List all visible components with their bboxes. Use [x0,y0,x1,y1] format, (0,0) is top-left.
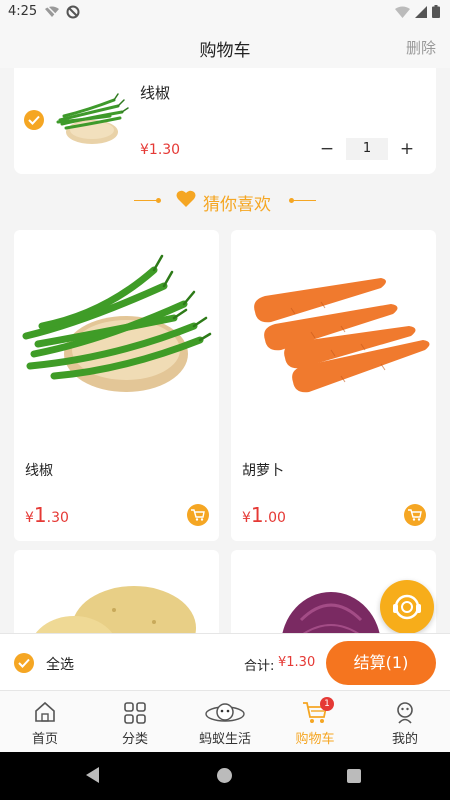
product-card[interactable] [14,550,219,633]
status-time: 4:25 [8,4,38,19]
sync-disabled-icon [66,5,80,19]
content-scroll[interactable]: 线椒 ¥1.30 − 1 + 猜你喜欢 线椒 ¥1.30 胡萝卜 ¥1.00 [0,68,450,633]
check-icon [18,658,30,668]
decrease-button[interactable]: − [316,139,338,159]
price-decimal: .30 [46,510,69,526]
price-currency: ¥ [242,510,251,526]
price-integer: 1 [250,503,264,527]
product-image [35,586,196,633]
product-image [254,278,430,393]
home-button[interactable] [217,768,232,783]
bottom-tabbar: 首页 分类 蚂蚁生活 1 购物车 我的 [0,691,450,752]
product-card[interactable]: 线椒 ¥1.30 [14,230,219,541]
product-price: ¥1.30 [25,503,69,527]
header: 购物车 删除 [0,24,450,68]
total-value: ¥1.30 [278,655,316,670]
add-to-cart-button[interactable] [187,504,209,526]
battery-icon [432,5,440,18]
profile-icon [397,702,413,724]
home-icon [35,701,55,722]
cart-badge: 1 [320,697,334,711]
divider-dot-left [156,198,161,203]
quantity-value[interactable]: 1 [346,138,388,160]
tab-label: 我的 [391,732,418,747]
price-currency: ¥ [25,510,34,526]
cart-icon [408,509,422,521]
divider-right [292,200,316,201]
status-right-icons [395,5,440,18]
tab-category[interactable]: 分类 [90,691,180,752]
checkout-button[interactable]: 结算(1) [326,641,436,685]
status-left-icons [44,5,80,19]
item-price: ¥1.30 [140,142,181,158]
tab-profile[interactable]: 我的 [360,691,450,752]
select-all-label[interactable]: 全选 [46,654,74,674]
tab-label: 分类 [121,732,148,747]
tab-label: 首页 [31,732,58,747]
headset-icon [393,594,421,620]
product-name: 胡萝卜 [242,463,284,479]
recommend-title: 猜你喜欢 [203,195,271,215]
recents-button[interactable] [347,769,361,783]
price-integer: 1 [33,503,47,527]
tab-label: 购物车 [295,732,335,747]
ant-life-icon [205,703,245,722]
product-image [22,254,212,392]
page-title: 购物车 [199,41,251,61]
status-bar: 4:25 [0,0,450,24]
tab-ant-life[interactable]: 蚂蚁生活 [180,691,270,752]
item-name: 线椒 [140,84,171,102]
cart-item: 线椒 ¥1.30 − 1 + [14,68,436,174]
increase-button[interactable]: + [396,139,418,159]
signal-icon [415,5,427,18]
item-thumbnail[interactable] [54,88,130,148]
product-card[interactable]: 胡萝卜 ¥1.00 [231,230,436,541]
product-name: 线椒 [25,463,53,479]
customer-service-button[interactable] [380,580,434,634]
tab-cart[interactable]: 1 购物车 [270,691,360,752]
back-icon[interactable] [86,767,100,783]
system-nav-bar [0,752,450,800]
checkout-bar: 全选 合计: ¥1.30 结算(1) [0,633,450,691]
wifi-icon [395,6,410,18]
total-label: 合计: [244,659,275,674]
cart-icon [191,509,205,521]
quantity-stepper: − 1 + [316,138,418,160]
item-checkbox[interactable] [24,110,44,130]
recommend-header: 猜你喜欢 [0,186,450,216]
add-to-cart-button[interactable] [404,504,426,526]
price-decimal: .00 [263,510,286,526]
category-icon [124,702,146,724]
product-price: ¥1.00 [242,503,286,527]
divider-left [134,200,158,201]
wifi-off-icon [45,5,59,17]
heart-icon [176,190,196,207]
tab-home[interactable]: 首页 [0,691,90,752]
tab-label: 蚂蚁生活 [198,732,251,747]
delete-button[interactable]: 删除 [406,37,436,58]
check-icon [28,115,40,125]
select-all-checkbox[interactable] [14,653,34,673]
